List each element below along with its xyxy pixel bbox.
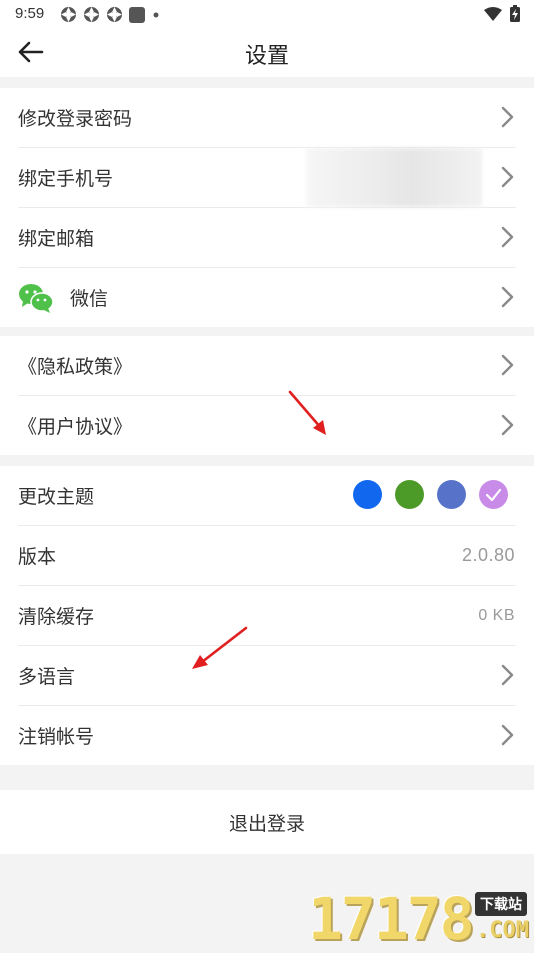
app-notification-icon — [61, 7, 76, 22]
clear-cache-row[interactable]: 清除缓存 0 KB — [18, 586, 516, 646]
theme-color-indigo[interactable] — [437, 480, 466, 509]
delete-account-label: 注销帐号 — [18, 726, 95, 748]
chevron-right-icon — [501, 286, 514, 308]
status-notification-icons — [60, 6, 161, 23]
app-notification-icon — [107, 7, 122, 22]
status-bar: 9:59 — [0, 0, 534, 28]
theme-color-blue[interactable] — [353, 480, 382, 509]
chevron-right-icon — [501, 226, 514, 248]
redacted-phone-value — [306, 148, 482, 207]
status-system-icons — [484, 5, 520, 22]
chevron-right-icon — [501, 166, 514, 188]
change-theme-label: 更改主题 — [18, 486, 95, 508]
theme-color-green[interactable] — [395, 480, 424, 509]
wechat-row[interactable]: 微信 — [18, 268, 516, 327]
red-annotation-arrow — [192, 626, 248, 669]
version-value: 2.0.80 — [461, 545, 515, 565]
chevron-right-icon — [501, 724, 514, 746]
bind-phone-label: 绑定手机号 — [18, 168, 114, 190]
user-agreement-row[interactable]: 《用户协议》 — [18, 396, 516, 455]
chevron-right-icon — [501, 414, 514, 436]
chevron-right-icon — [501, 106, 514, 128]
red-annotation-arrow — [288, 390, 326, 435]
privacy-policy-label: 《隐私政策》 — [18, 356, 133, 378]
logout-button[interactable]: 退出登录 — [0, 790, 534, 854]
chevron-right-icon — [501, 664, 514, 686]
chevron-right-icon — [501, 354, 514, 376]
battery-charging-icon — [510, 5, 520, 22]
watermark-number: 17178 — [308, 885, 475, 953]
title-bar: 设置 — [0, 28, 534, 77]
change-password-label: 修改登录密码 — [18, 108, 133, 130]
logout-label: 退出登录 — [228, 812, 305, 835]
language-row[interactable]: 多语言 — [18, 646, 516, 706]
cache-size-value: 0 KB — [478, 606, 515, 624]
square-notification-icon — [129, 6, 145, 23]
app-notification-icon — [84, 7, 99, 22]
bind-email-label: 绑定邮箱 — [18, 228, 95, 250]
check-icon — [485, 488, 502, 502]
change-theme-row: 更改主题 — [18, 466, 516, 526]
clear-cache-label: 清除缓存 — [18, 606, 95, 628]
theme-color-purple[interactable] — [479, 480, 508, 509]
version-label: 版本 — [18, 546, 57, 568]
account-section: 修改登录密码 绑定手机号 绑定邮箱 微信 — [0, 88, 534, 327]
user-agreement-label: 《用户协议》 — [18, 416, 133, 438]
watermark-domain: .COM — [476, 918, 529, 943]
bind-email-row[interactable]: 绑定邮箱 — [18, 208, 516, 268]
theme-color-options — [353, 480, 508, 509]
watermark-tag: 下载站 — [475, 892, 527, 916]
version-row: 版本 2.0.80 — [18, 526, 516, 586]
bind-phone-row[interactable]: 绑定手机号 — [18, 148, 516, 208]
delete-account-row[interactable]: 注销帐号 — [18, 706, 516, 765]
page-title: 设置 — [244, 44, 289, 69]
language-label: 多语言 — [18, 666, 76, 688]
general-section: 更改主题 版本 2.0.80 清除缓存 0 KB 多语言 注销帐号 — [0, 466, 534, 765]
legal-section: 《隐私政策》 《用户协议》 — [0, 336, 534, 455]
change-password-row[interactable]: 修改登录密码 — [18, 88, 516, 148]
wifi-icon — [484, 6, 502, 21]
wechat-icon — [19, 283, 54, 313]
watermark-logo: 17178 下载站 .COM — [308, 888, 534, 950]
privacy-policy-row[interactable]: 《隐私政策》 — [18, 336, 516, 396]
status-time: 9:59 — [15, 5, 45, 22]
wechat-label: 微信 — [70, 288, 109, 310]
dot-icon — [153, 12, 159, 17]
